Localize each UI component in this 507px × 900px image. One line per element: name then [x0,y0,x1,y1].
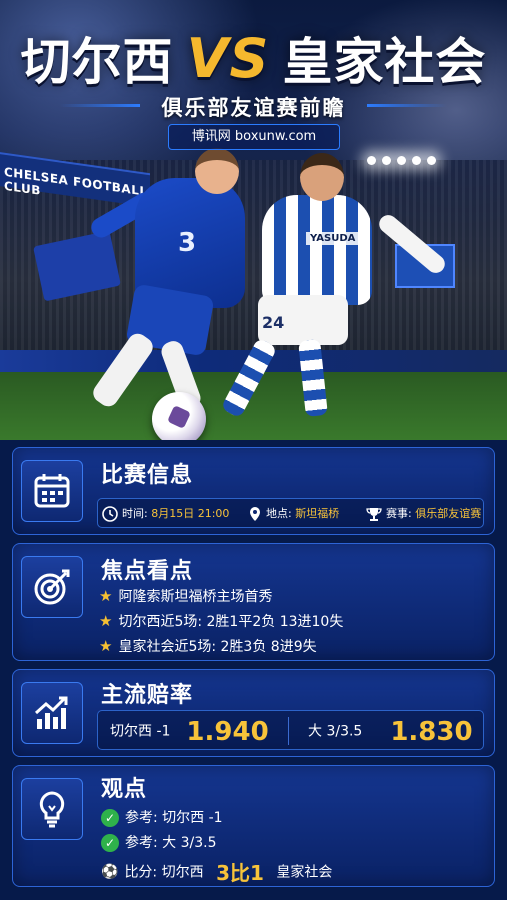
event-value: 俱乐部友谊赛 [415,507,482,520]
match-info-bar: 时间: 8月15日 21:00 地点: 斯坦福桥 赛事: 俱乐部友谊赛 [97,498,484,528]
website-link[interactable]: 博讯网 boxunw.com [168,124,340,150]
venue-value: 斯坦福桥 [295,507,340,520]
highlight-item: ★ 皇家社会近5场: 2胜3负 8进9失 [99,637,317,655]
chart-up-icon [21,682,83,744]
odds-handicap: 切尔西 -1 1.940 [110,711,269,751]
odds-card: 主流赔率 切尔西 -1 1.940 大 3/3.5 1.830 [12,669,495,757]
subtitle-line-right [367,104,447,107]
away-sponsor: YASUDA [306,232,360,245]
opinion-card: 观点 ✓ 参考: 切尔西 -1 ✓ 参考: 大 3/3.5 ⚽ 比分: 切尔西 3比1… [12,765,495,887]
odds-divider [288,717,289,745]
lightbulb-icon [21,778,83,840]
handicap-label: 切尔西 -1 [110,723,171,740]
away-team-name: 皇家社会 [282,33,487,91]
score-prediction: ⚽ 比分: 切尔西 3比1 皇家社会 [101,861,333,885]
trophy-icon [366,508,382,521]
handicap-odds: 1.940 [186,716,269,747]
hero-photo: CHELSEA FOOTBALL CLUB 3 YASUDA 24 切尔西 VS… [0,0,507,440]
floodlights [367,150,477,165]
highlights-card: 焦点看点 ★ 阿隆索斯坦福桥主场首秀 ★ 切尔西近5场: 2胜1平2负 13进10失… [12,543,495,661]
away-shorts-number: 24 [262,313,285,332]
total-odds: 1.830 [390,716,473,747]
match-title: 切尔西 VS 皇家社会 [0,22,507,94]
home-shirt-number: 3 [178,228,197,258]
reference-item: ✓ 参考: 切尔西 -1 [101,807,223,827]
opinion-title: 观点 [101,777,148,802]
predicted-score: 3比1 [216,861,264,885]
star-icon: ★ [99,637,113,655]
target-icon [21,556,83,618]
venue-info: 地点: 斯坦福桥 [248,499,339,529]
event-info: 赛事: 俱乐部友谊赛 [366,499,481,529]
highlights-title: 焦点看点 [101,559,194,584]
odds-total: 大 3/3.5 1.830 [308,711,473,751]
star-icon: ★ [99,612,113,630]
reference-item: ✓ 参考: 大 3/3.5 [101,832,217,852]
odds-title: 主流赔率 [101,683,194,708]
highlight-item: ★ 阿隆索斯坦福桥主场首秀 [99,587,273,605]
time-info: 时间: 8月15日 21:00 [102,499,229,529]
check-icon: ✓ [101,809,119,827]
football [152,392,206,440]
location-pin-icon [250,507,260,521]
highlight-item: ★ 切尔西近5场: 2胜1平2负 13进10失 [99,612,344,630]
match-info-card: 比赛信息 时间: 8月15日 21:00 地点: 斯坦福桥 赛事: 俱乐部友谊赛 [12,447,495,535]
football-icon: ⚽ [101,863,119,880]
vs-text: VS [186,26,270,90]
time-value: 8月15日 21:00 [151,507,230,520]
match-info-title: 比赛信息 [101,463,194,488]
home-team-name: 切尔西 [20,33,174,91]
odds-bar: 切尔西 -1 1.940 大 3/3.5 1.830 [97,710,484,750]
clock-icon [102,506,118,522]
subtitle: 俱乐部友谊赛前瞻 [161,96,346,120]
total-label: 大 3/3.5 [308,723,363,740]
check-icon: ✓ [101,834,119,852]
star-icon: ★ [99,587,113,605]
calendar-icon [21,460,83,522]
